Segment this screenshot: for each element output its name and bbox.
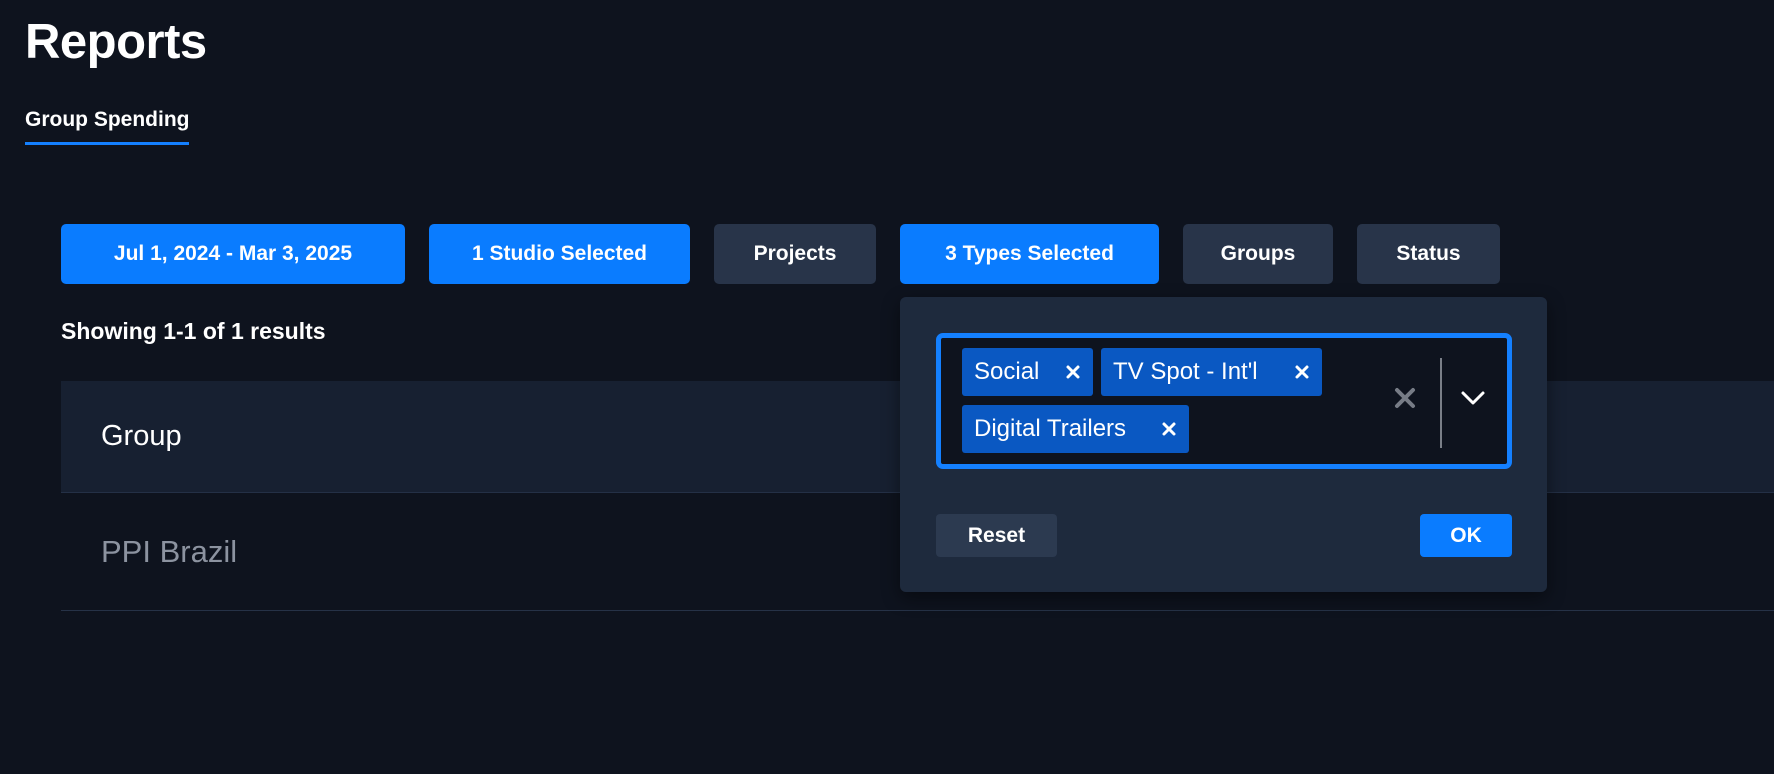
close-icon[interactable] — [1159, 405, 1179, 453]
types-multiselect[interactable]: Social TV Spot - Int'l Digital Trailers — [936, 333, 1512, 469]
chip-label: TV Spot - Int'l — [1113, 358, 1258, 385]
types-filter-button[interactable]: 3 Types Selected — [900, 224, 1159, 284]
date-range-filter-button[interactable]: Jul 1, 2024 - Mar 3, 2025 — [61, 224, 405, 284]
reports-page: Reports Group Spending Jul 1, 2024 - Mar… — [0, 0, 1774, 774]
close-icon[interactable] — [1063, 348, 1083, 396]
page-title: Reports — [25, 15, 207, 69]
selected-type-chip: Social — [962, 348, 1093, 396]
status-filter-button[interactable]: Status — [1357, 224, 1500, 284]
column-header-group: Group — [101, 420, 182, 452]
results-summary: Showing 1-1 of 1 results — [61, 318, 326, 344]
indicator-separator — [1440, 358, 1442, 448]
types-filter-popover: Social TV Spot - Int'l Digital Trailers — [900, 297, 1547, 592]
table-cell-group: PPI Brazil — [101, 533, 238, 569]
groups-filter-button[interactable]: Groups — [1183, 224, 1333, 284]
chevron-down-icon[interactable] — [1455, 376, 1491, 420]
tab-group-spending[interactable]: Group Spending — [25, 108, 190, 145]
ok-button[interactable]: OK — [1420, 514, 1512, 557]
chip-label: Social — [974, 358, 1040, 385]
studio-filter-button[interactable]: 1 Studio Selected — [429, 224, 690, 284]
chip-label: Digital Trailers — [974, 415, 1127, 442]
reset-button[interactable]: Reset — [936, 514, 1057, 557]
selected-type-chip: TV Spot - Int'l — [1101, 348, 1322, 396]
projects-filter-button[interactable]: Projects — [714, 224, 876, 284]
close-icon[interactable] — [1292, 348, 1312, 396]
clear-all-icon[interactable] — [1390, 378, 1420, 418]
selected-type-chip: Digital Trailers — [962, 405, 1189, 453]
